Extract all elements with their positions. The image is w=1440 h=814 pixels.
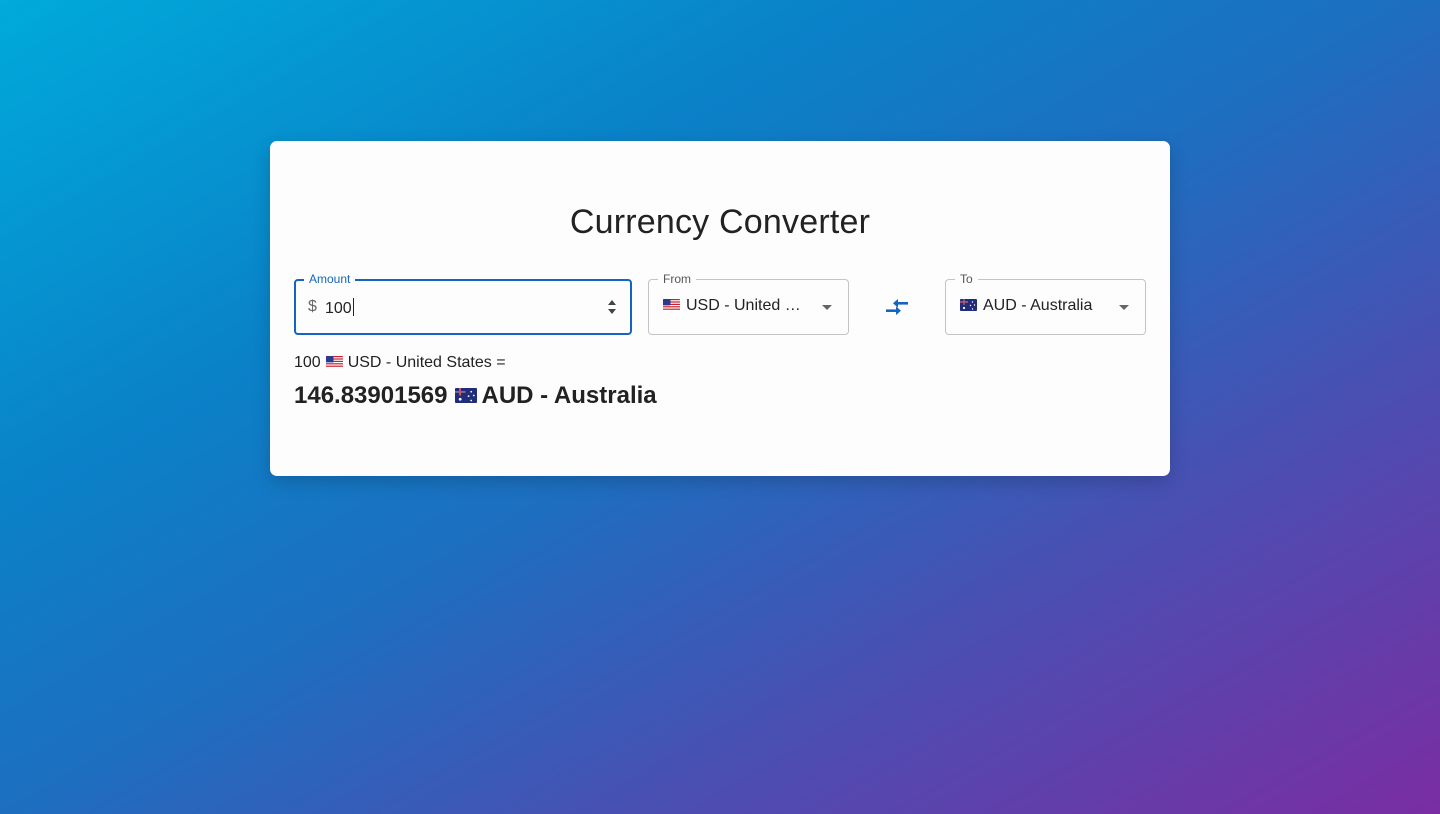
us-flag-icon <box>325 356 343 368</box>
result-converted: 146.83901569 AUD - Australia <box>294 382 657 410</box>
page-title: Currency Converter <box>569 203 871 241</box>
swap-arrows-icon <box>886 299 908 315</box>
amount-label: Amount <box>304 271 356 287</box>
amount-value: 100 <box>325 300 352 317</box>
amount-stepper[interactable] <box>607 297 617 317</box>
result-source: 100 USD - United States = <box>294 354 506 372</box>
equals-sign: = <box>496 354 506 371</box>
us-flag-icon <box>663 299 680 311</box>
from-selected-value: USD - United S... <box>663 297 805 315</box>
from-value-text: USD - United S... <box>686 297 805 314</box>
amount-input[interactable]: 100 <box>325 298 354 318</box>
from-dropdown-icon[interactable] <box>822 305 832 310</box>
amount-field[interactable]: Amount $ 100 <box>294 271 632 335</box>
au-flag-icon <box>454 388 477 403</box>
converted-amount: 146.83901569 <box>294 382 448 409</box>
source-amount: 100 <box>294 354 321 371</box>
to-label: To <box>955 271 978 287</box>
to-selected-value: AUD - Australia <box>960 297 1102 315</box>
stepper-up-icon[interactable] <box>608 300 616 305</box>
to-dropdown-icon[interactable] <box>1119 305 1129 310</box>
to-value-text: AUD - Australia <box>983 297 1093 314</box>
target-currency: AUD - Australia <box>481 382 657 409</box>
from-currency-select[interactable]: From USD - United S... <box>648 271 849 335</box>
to-currency-select[interactable]: To AUD - Australia <box>945 271 1146 335</box>
from-label: From <box>658 271 696 287</box>
au-flag-icon <box>960 299 977 311</box>
currency-prefix: $ <box>308 298 317 315</box>
source-currency: USD - United States <box>347 354 492 371</box>
swap-currencies-button[interactable] <box>873 291 921 323</box>
stepper-down-icon[interactable] <box>608 309 616 314</box>
text-caret <box>352 298 354 316</box>
converter-card: Currency Converter Amount $ 100 From USD… <box>270 141 1170 476</box>
